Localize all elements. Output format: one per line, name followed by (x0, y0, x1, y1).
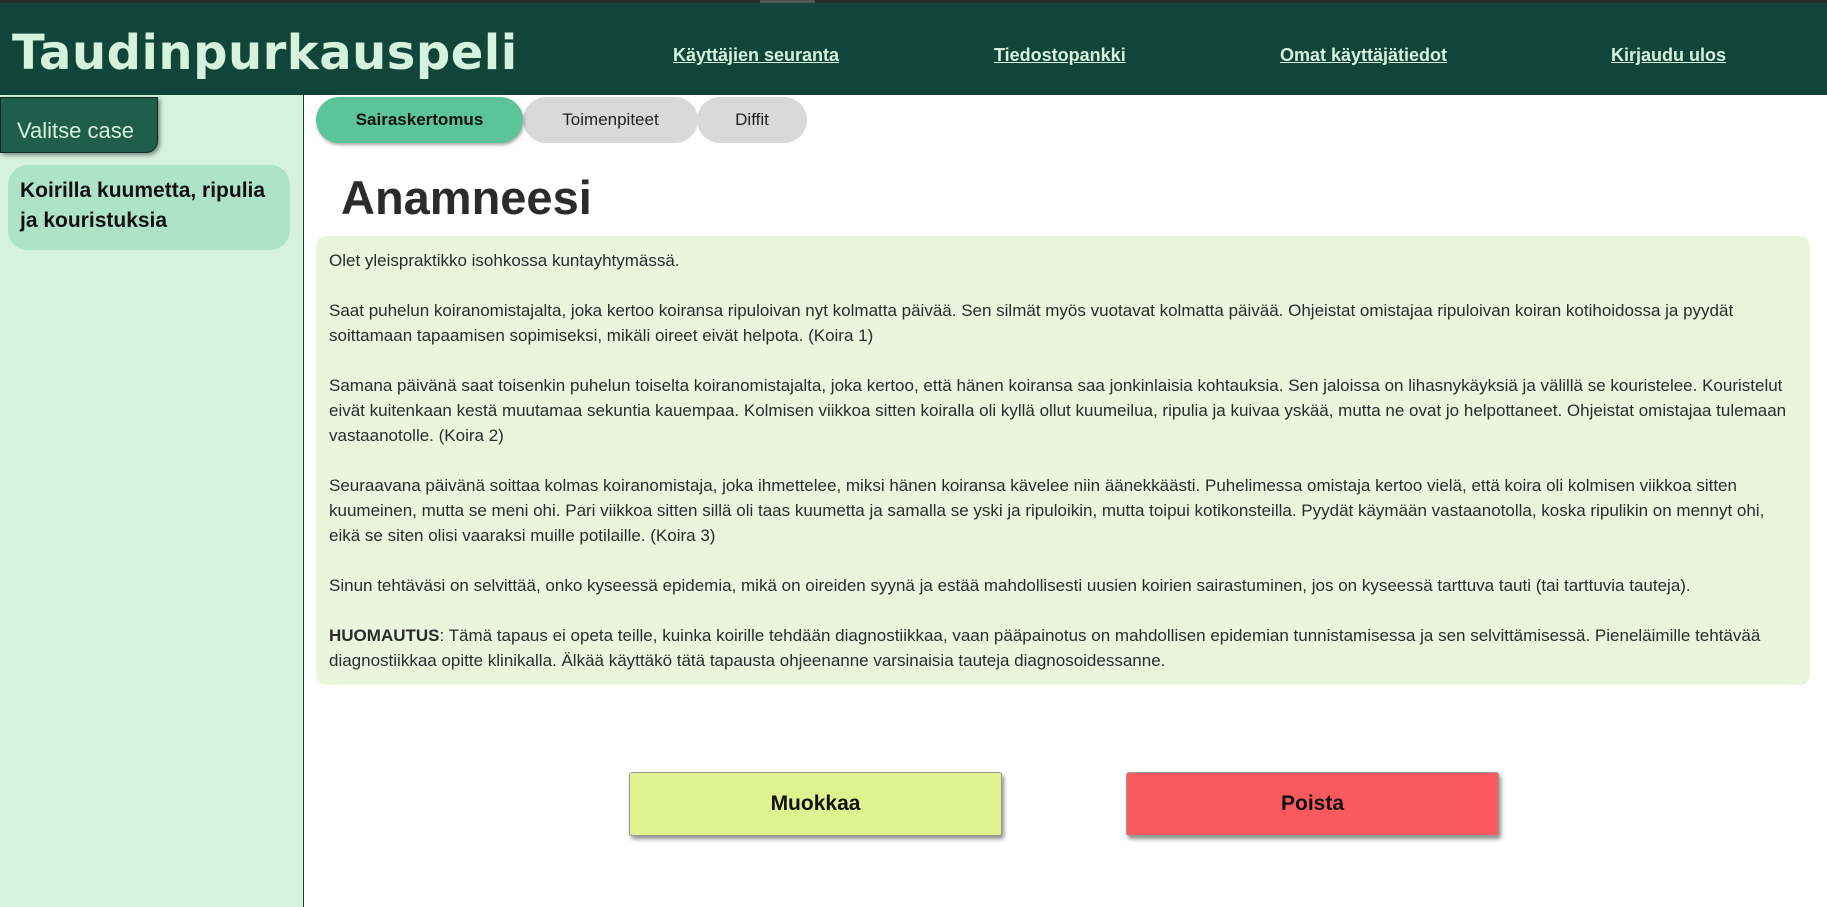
note-label: HUOMAUTUS (329, 626, 440, 645)
tab-sairaskertomus[interactable]: Sairaskertomus (316, 97, 523, 143)
anamnesis-paragraph: Samana päivänä saat toisenkin puhelun to… (329, 376, 1787, 445)
edit-button[interactable]: Muokkaa (629, 772, 1002, 836)
delete-button[interactable]: Poista (1126, 772, 1499, 836)
nav-user-tracking-link[interactable]: Käyttäjien seuranta (673, 45, 839, 66)
anamnesis-paragraph: Olet yleispraktikko isohkossa kuntayhtym… (329, 251, 680, 270)
nav-logout-link[interactable]: Kirjaudu ulos (1611, 45, 1726, 66)
anamnesis-content: Olet yleispraktikko isohkossa kuntayhtym… (316, 236, 1810, 685)
anamnesis-paragraph: Seuraavana päivänä soittaa kolmas koiran… (329, 476, 1765, 545)
nav-file-bank-link[interactable]: Tiedostopankki (994, 45, 1126, 66)
anamnesis-paragraph: Sinun tehtäväsi on selvittää, onko kysee… (329, 576, 1691, 595)
sidebar: Valitse case Koirilla kuumetta, ripulia … (0, 95, 304, 907)
select-case-header: Valitse case (0, 97, 158, 153)
app-logo[interactable]: Taudinpurkauspeli (12, 25, 518, 81)
tab-toimenpiteet[interactable]: Toimenpiteet (523, 97, 698, 143)
nav-my-user-info-link[interactable]: Omat käyttäjätiedot (1280, 45, 1447, 66)
page-title: Anamneesi (341, 171, 592, 224)
top-header: Taudinpurkauspeli Käyttäjien seuranta Ti… (0, 3, 1827, 95)
tab-diffit[interactable]: Diffit (697, 97, 807, 143)
sidebar-case-item[interactable]: Koirilla kuumetta, ripulia ja kouristuks… (8, 165, 290, 250)
anamnesis-note: HUOMAUTUS: Tämä tapaus ei opeta teille, … (329, 623, 1797, 673)
note-text: : Tämä tapaus ei opeta teille, kuinka ko… (329, 626, 1761, 670)
anamnesis-paragraph: Saat puhelun koiranomistajalta, joka ker… (329, 301, 1734, 345)
